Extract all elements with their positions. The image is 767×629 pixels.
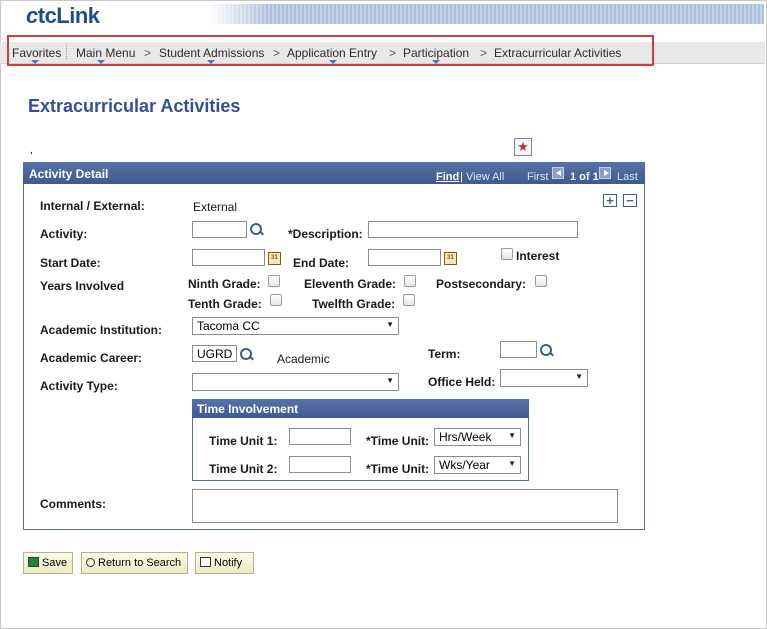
- end-date-label: End Date:: [293, 256, 350, 270]
- previous-arrow-icon[interactable]: [552, 167, 564, 179]
- search-icon[interactable]: [250, 223, 263, 236]
- comments-label: Comments:: [40, 497, 107, 511]
- find-link[interactable]: Find: [436, 171, 459, 183]
- notify-icon: [200, 557, 211, 567]
- end-date-input[interactable]: [368, 249, 441, 266]
- activity-label: Activity:: [40, 227, 88, 241]
- eleventh-grade-checkbox[interactable]: [404, 275, 416, 287]
- postsecondary-label: Postsecondary:: [436, 277, 527, 291]
- twelfth-grade-checkbox[interactable]: [403, 294, 415, 306]
- page-title: Extracurricular Activities: [28, 96, 241, 116]
- academic-career-description: Academic: [277, 352, 330, 366]
- time-unit-type-1-label: *Time Unit:: [366, 434, 430, 448]
- time-unit-1-select[interactable]: Hrs/Week: [434, 428, 521, 446]
- notify-label: Notify: [214, 557, 243, 569]
- office-held-label: Office Held:: [428, 375, 496, 389]
- interest-label: Interest: [516, 249, 560, 263]
- breadcrumb-highlight: [7, 35, 654, 66]
- search-icon[interactable]: [240, 348, 253, 361]
- logo-banner: [208, 4, 764, 24]
- logo-text: tcLink: [37, 3, 100, 28]
- activity-input[interactable]: [192, 221, 247, 238]
- time-unit-2-select[interactable]: Wks/Year: [434, 456, 521, 474]
- activity-type-select[interactable]: [192, 373, 399, 391]
- delete-row-button[interactable]: −: [623, 194, 637, 207]
- panel-title: Activity Detail: [29, 167, 109, 181]
- academic-institution-value: Tacoma CC: [197, 319, 260, 333]
- view-all-link[interactable]: View All: [466, 171, 504, 183]
- page-marker: ,: [30, 145, 33, 156]
- term-label: Term:: [428, 347, 461, 361]
- time-unit-type-2-label: *Time Unit:: [366, 462, 430, 476]
- postsecondary-checkbox[interactable]: [535, 275, 547, 287]
- start-date-input[interactable]: [192, 249, 265, 266]
- time-involvement-title: Time Involvement: [197, 402, 299, 416]
- start-date-label: Start Date:: [40, 256, 101, 270]
- notify-button[interactable]: Notify: [195, 552, 254, 574]
- time-unit-1-label: Time Unit 1:: [209, 434, 278, 448]
- save-button[interactable]: Save: [23, 552, 73, 574]
- years-involved-label: Years Involved: [40, 279, 125, 293]
- comments-textarea[interactable]: [192, 489, 618, 523]
- calendar-icon[interactable]: 31: [444, 252, 457, 265]
- save-label: Save: [42, 557, 68, 569]
- return-icon: [86, 558, 95, 567]
- time-unit-2-input[interactable]: [289, 456, 351, 473]
- time-unit-1-select-value: Hrs/Week: [439, 430, 492, 444]
- logo-c: c: [26, 3, 38, 28]
- return-to-search-label: Return to Search: [98, 557, 182, 569]
- time-unit-1-input[interactable]: [289, 428, 351, 445]
- term-input[interactable]: [500, 341, 537, 358]
- time-unit-2-label: Time Unit 2:: [209, 462, 278, 476]
- search-icon[interactable]: [540, 344, 553, 357]
- calendar-icon[interactable]: 31: [268, 252, 281, 265]
- save-icon: [28, 557, 39, 567]
- office-held-select[interactable]: [500, 369, 588, 387]
- pager-count: 1 of 1: [570, 171, 599, 183]
- add-row-button[interactable]: +: [603, 194, 617, 207]
- academic-career-input[interactable]: UGRD: [192, 345, 237, 362]
- description-input[interactable]: [368, 221, 578, 238]
- ninth-grade-label: Ninth Grade:: [188, 277, 261, 291]
- next-arrow-icon[interactable]: [599, 167, 611, 179]
- last-link[interactable]: Last: [617, 171, 638, 183]
- internal-external-label: Internal / External:: [40, 199, 145, 213]
- tenth-grade-checkbox[interactable]: [270, 294, 282, 306]
- activity-type-label: Activity Type:: [40, 379, 118, 393]
- eleventh-grade-label: Eleventh Grade:: [304, 277, 397, 291]
- academic-career-label: Academic Career:: [40, 351, 143, 365]
- description-label: *Description:: [288, 227, 363, 241]
- star-icon[interactable]: ★: [514, 138, 532, 156]
- interest-checkbox[interactable]: [501, 248, 513, 260]
- academic-career-value: UGRD: [197, 347, 233, 361]
- academic-institution-label: Academic Institution:: [40, 323, 163, 337]
- return-to-search-button[interactable]: Return to Search: [81, 552, 188, 574]
- ctclink-logo: ctcLink: [26, 3, 100, 29]
- twelfth-grade-label: Twelfth Grade:: [312, 297, 396, 311]
- time-unit-2-select-value: Wks/Year: [439, 458, 490, 472]
- first-link[interactable]: First: [527, 171, 548, 183]
- ninth-grade-checkbox[interactable]: [268, 275, 280, 287]
- internal-external-value: External: [193, 200, 238, 214]
- academic-institution-select[interactable]: Tacoma CC: [192, 317, 399, 335]
- tenth-grade-label: Tenth Grade:: [188, 297, 262, 311]
- header-pipe: |: [460, 171, 463, 183]
